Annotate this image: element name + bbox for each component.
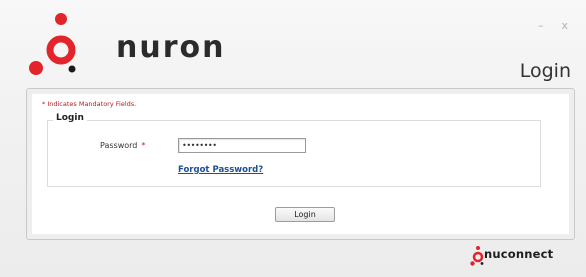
login-panel: * Indicates Mandatory Fields. Login Pass… (26, 88, 575, 240)
login-window: nuron – x Login * Indicates Mandatory Fi… (0, 0, 586, 277)
login-section-title: Login (53, 113, 87, 123)
window-controls: – x (538, 20, 568, 32)
password-label: Password * (100, 141, 145, 150)
mandatory-fields-note: * Indicates Mandatory Fields. (42, 100, 137, 108)
password-label-text: Password (100, 141, 138, 150)
footer-brand-name: nuconnect (484, 247, 554, 261)
nuron-logo-icon (29, 13, 76, 75)
password-input[interactable]: •••••••• (178, 138, 306, 153)
page-title: Login (519, 60, 571, 82)
forgot-password-link[interactable]: Forgot Password? (178, 165, 263, 175)
required-marker: * (141, 141, 146, 150)
login-button[interactable]: Login (275, 207, 335, 222)
brand-name: nuron (116, 30, 226, 65)
minimize-button[interactable]: – (538, 20, 544, 32)
close-button[interactable]: x (561, 20, 568, 32)
login-fieldset: Login Password * •••••••• Forgot Password… (47, 113, 541, 187)
nuconnect-logo: nuconnect (470, 245, 570, 267)
nuron-logo: nuron (26, 8, 223, 78)
